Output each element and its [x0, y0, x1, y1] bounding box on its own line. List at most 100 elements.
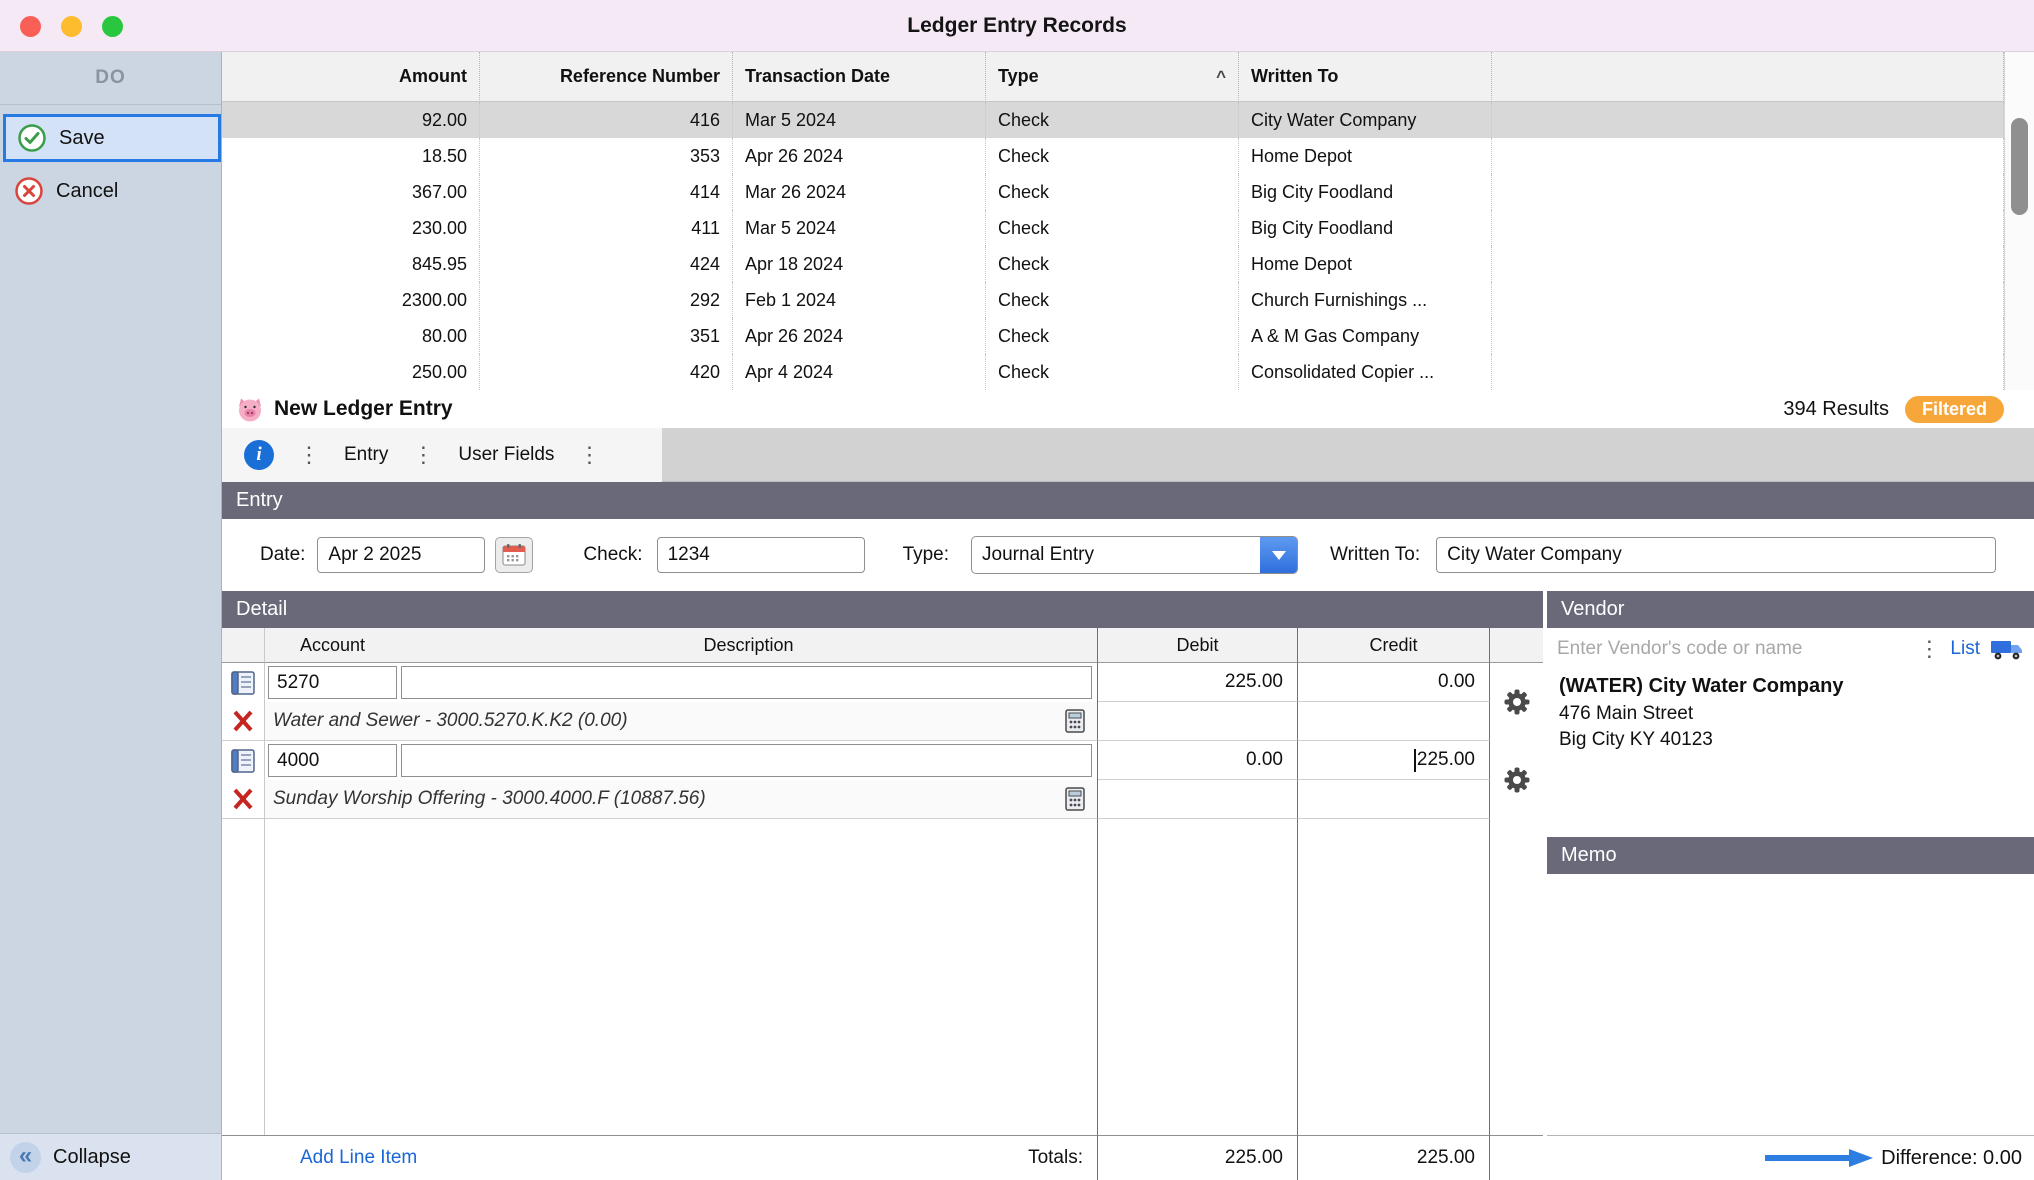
- drag-handle-icon[interactable]: ⋮: [412, 444, 434, 466]
- credit-cell[interactable]: 0.00: [1298, 663, 1490, 702]
- type-select-value: Journal Entry: [982, 544, 1094, 565]
- sidebar-header: DO: [0, 52, 221, 105]
- cell-type: Check: [986, 318, 1239, 354]
- cell-type: Check: [986, 354, 1239, 390]
- difference-value: Difference: 0.00: [1881, 1146, 2022, 1169]
- red-x-icon: [233, 788, 253, 810]
- delete-line-button[interactable]: [222, 780, 265, 819]
- tab-entry[interactable]: Entry: [344, 444, 388, 466]
- ledger-book-icon: [231, 670, 255, 695]
- memo-section-header: Memo: [1547, 837, 2034, 874]
- description-field[interactable]: [400, 663, 1098, 702]
- memo-textarea[interactable]: [1547, 874, 2034, 1135]
- cell-written-to: Consolidated Copier ...: [1239, 354, 1492, 390]
- tab-user-fields[interactable]: User Fields: [458, 444, 554, 466]
- cell-written-to: City Water Company: [1239, 102, 1492, 138]
- entry-form: Date: Check: Type: Journal Entry Written…: [222, 519, 2034, 591]
- account-hint-text: Sunday Worship Offering - 3000.4000.F (1…: [273, 788, 706, 809]
- calendar-button[interactable]: [495, 537, 534, 573]
- date-label: Date:: [260, 544, 306, 565]
- account-field[interactable]: 5270: [265, 663, 400, 702]
- line-options-button[interactable]: [1490, 663, 1543, 741]
- drag-handle-icon[interactable]: ⋮: [1918, 637, 1940, 660]
- cell-written-to: Home Depot: [1239, 138, 1492, 174]
- totals-row-left: Add Line Item Totals:: [222, 1135, 1098, 1180]
- add-line-item-link[interactable]: Add Line Item: [300, 1147, 417, 1169]
- cell-date: Mar 26 2024: [733, 174, 986, 210]
- column-header-reference-number[interactable]: Reference Number: [480, 52, 733, 102]
- drag-handle-icon[interactable]: ⋮: [298, 444, 320, 466]
- x-circle-icon: [15, 177, 43, 205]
- scrollbar-thumb[interactable]: [2011, 118, 2028, 215]
- debit-cell[interactable]: 0.00: [1098, 741, 1298, 780]
- piggy-bank-icon: [236, 396, 264, 423]
- delete-line-button[interactable]: [222, 702, 265, 741]
- account-field[interactable]: 4000: [265, 741, 400, 780]
- toolbar: i ⋮ Entry ⋮ User Fields ⋮: [222, 428, 2034, 482]
- column-header-amount[interactable]: Amount: [222, 52, 480, 102]
- cell-empty: [1492, 246, 2004, 282]
- collapse-label: Collapse: [53, 1145, 131, 1168]
- cell-type: Check: [986, 282, 1239, 318]
- traffic-lights: [20, 16, 123, 37]
- check-number-input[interactable]: [656, 537, 865, 573]
- difference-footer: Difference: 0.00: [1547, 1135, 2034, 1180]
- vendor-list-link[interactable]: List: [1950, 638, 1980, 660]
- cell-type: Check: [986, 102, 1239, 138]
- vertical-scrollbar[interactable]: [2004, 52, 2034, 390]
- description-field[interactable]: [400, 741, 1098, 780]
- cell-amount: 18.50: [222, 138, 480, 174]
- cell-amount: 845.95: [222, 246, 480, 282]
- account-value[interactable]: 5270: [268, 666, 397, 699]
- type-select[interactable]: Journal Entry: [971, 536, 1299, 574]
- vendor-address-line2: Big City KY 40123: [1559, 729, 1713, 750]
- date-input[interactable]: [317, 537, 486, 573]
- account-lookup-icon[interactable]: [222, 741, 265, 780]
- cell-reference: 424: [480, 246, 733, 282]
- filler-credit-col: [1298, 819, 1490, 1135]
- credit-cell[interactable]: 225.00: [1298, 741, 1490, 780]
- drag-handle-icon[interactable]: ⋮: [578, 444, 600, 466]
- cell-reference: 420: [480, 354, 733, 390]
- cell-empty: [1492, 354, 2004, 390]
- cell-empty: [1492, 138, 2004, 174]
- ledger-records-table: Amount Reference Number Transaction Date…: [222, 52, 2004, 390]
- account-value[interactable]: 4000: [268, 744, 397, 777]
- calculator-button[interactable]: [1065, 709, 1085, 733]
- filtered-badge[interactable]: Filtered: [1904, 395, 2004, 423]
- description-value[interactable]: [401, 666, 1092, 699]
- description-value[interactable]: [401, 744, 1092, 777]
- credit-empty-cell: [1298, 780, 1490, 819]
- vendor-name: (WATER) City Water Company: [1559, 675, 1844, 697]
- results-count: 394 Results: [1783, 397, 1889, 420]
- calculator-button[interactable]: [1065, 787, 1085, 811]
- column-header-empty: [1492, 52, 2004, 102]
- detail-header-icon-col: [222, 628, 265, 663]
- column-header-type[interactable]: Type ^: [986, 52, 1239, 102]
- cell-reference: 411: [480, 210, 733, 246]
- line-options-button[interactable]: [1490, 741, 1543, 819]
- save-button[interactable]: Save: [3, 114, 221, 162]
- column-header-transaction-date[interactable]: Transaction Date: [733, 52, 986, 102]
- debit-cell[interactable]: 225.00: [1098, 663, 1298, 702]
- cell-reference: 353: [480, 138, 733, 174]
- gear-icon: [1504, 767, 1529, 793]
- cell-amount: 92.00: [222, 102, 480, 138]
- vendor-search-input[interactable]: [1557, 637, 1909, 660]
- text-cursor: [1413, 748, 1416, 772]
- type-label: Type:: [902, 544, 950, 565]
- info-icon[interactable]: i: [244, 440, 274, 470]
- cell-type: Check: [986, 174, 1239, 210]
- truck-icon[interactable]: [1990, 637, 2024, 661]
- account-hint-row: Water and Sewer - 3000.5270.K.K2 (0.00): [265, 702, 1098, 741]
- written-to-input[interactable]: [1436, 537, 1997, 573]
- dropdown-button[interactable]: [1260, 537, 1298, 573]
- minimize-window-button[interactable]: [61, 16, 82, 37]
- zoom-window-button[interactable]: [102, 16, 123, 37]
- detail-panel: Detail Account Description Debit Credit …: [222, 591, 1543, 1180]
- close-window-button[interactable]: [20, 16, 41, 37]
- collapse-sidebar-button[interactable]: « Collapse: [0, 1133, 221, 1180]
- cancel-button[interactable]: Cancel: [0, 169, 221, 213]
- column-header-written-to[interactable]: Written To: [1239, 52, 1492, 102]
- account-lookup-icon[interactable]: [222, 663, 265, 702]
